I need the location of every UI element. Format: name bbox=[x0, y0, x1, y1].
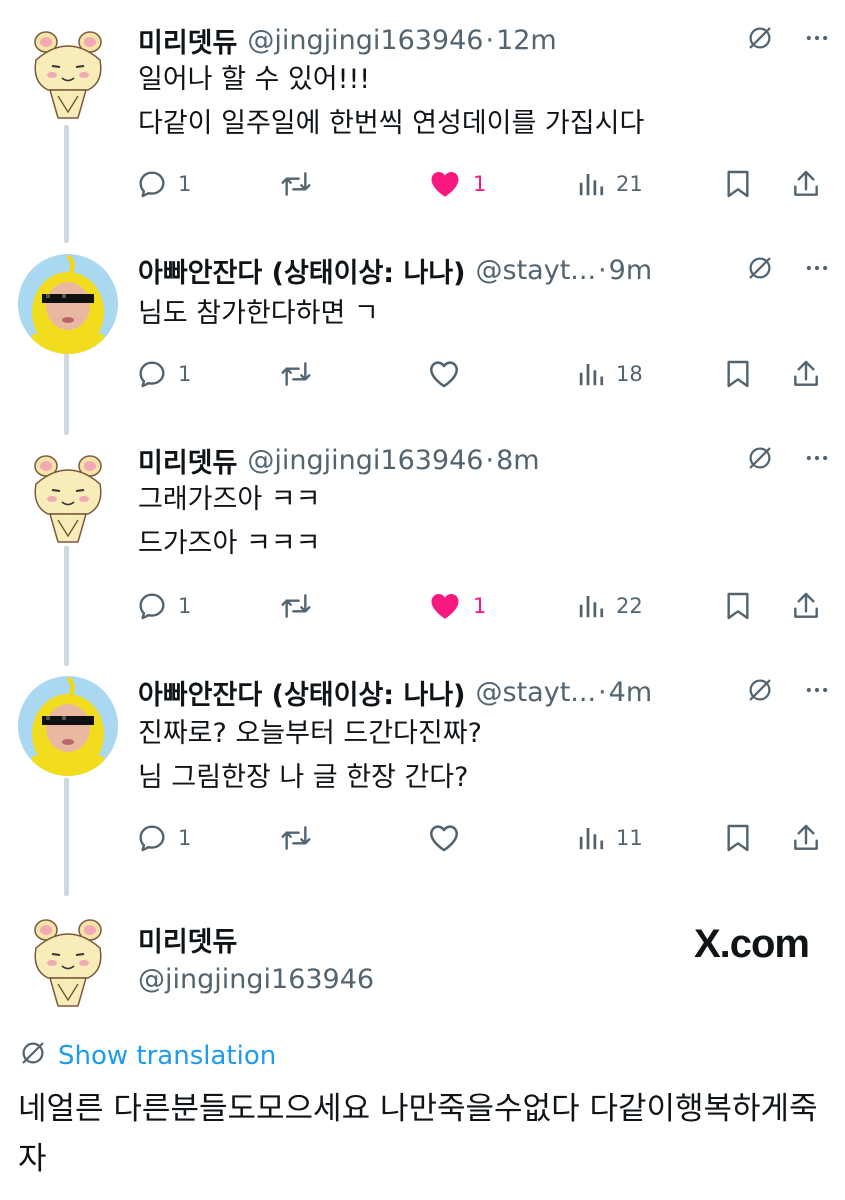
bookmark-button[interactable] bbox=[722, 584, 754, 628]
tweet-line: 님도 참가한다하면 ㄱ bbox=[138, 298, 379, 329]
author-name[interactable]: 미리뎃듀 bbox=[138, 21, 237, 60]
author-handle[interactable]: @stayt... bbox=[476, 677, 597, 708]
timestamp[interactable]: 8m bbox=[496, 445, 539, 476]
author-handle[interactable]: @jingjingi163946 bbox=[247, 25, 483, 56]
bookmark-button[interactable] bbox=[722, 162, 754, 206]
tweet-line: 일어나 할 수 있어!!! bbox=[138, 64, 371, 95]
action-bar: 1 1 22 bbox=[0, 584, 845, 628]
views-count: 11 bbox=[616, 826, 643, 850]
bookmark-button[interactable] bbox=[722, 816, 754, 860]
views-count: 18 bbox=[616, 362, 643, 386]
tweet-line: 그래가즈아 ㅋㅋ bbox=[138, 484, 321, 515]
tweet-text: 진짜로? 오늘부터 드간다진짜? 님 그림한장 나 글 한장 간다? bbox=[138, 712, 482, 800]
tweet-header: 아빠안잔다 (상태이상: 나나) @stayt... · 9m bbox=[138, 250, 845, 290]
timestamp[interactable]: 4m bbox=[609, 677, 652, 708]
views-button[interactable]: 21 bbox=[576, 162, 643, 206]
reply-button[interactable]: 1 bbox=[136, 584, 191, 628]
like-button[interactable]: 1 bbox=[427, 584, 486, 628]
bookmark-button[interactable] bbox=[722, 352, 754, 396]
retweet-button[interactable] bbox=[280, 584, 312, 628]
views-count: 22 bbox=[616, 594, 643, 618]
like-button[interactable] bbox=[427, 352, 461, 396]
more-options-icon[interactable] bbox=[803, 444, 831, 476]
reply-button[interactable]: 1 bbox=[136, 352, 191, 396]
timestamp[interactable]: 12m bbox=[496, 25, 557, 56]
bear-avatar[interactable] bbox=[18, 444, 118, 544]
action-bar: 1 11 bbox=[0, 816, 845, 860]
author-name[interactable]: 미리뎃듀 bbox=[138, 920, 237, 959]
translate-globe-icon[interactable] bbox=[745, 443, 775, 477]
reply-count: 1 bbox=[178, 594, 192, 618]
share-button[interactable] bbox=[790, 816, 822, 860]
x-com-brand-logo: X.com bbox=[693, 922, 810, 966]
translate-globe-icon bbox=[18, 1038, 48, 1075]
bear-avatar[interactable] bbox=[18, 20, 118, 120]
author-name[interactable]: 미리뎃듀 bbox=[138, 441, 237, 480]
tweet-header: 아빠안잔다 (상태이상: 나나) @stayt... · 4m bbox=[138, 672, 845, 712]
tweet-text: 님도 참가한다하면 ㄱ bbox=[138, 292, 379, 336]
translate-globe-icon[interactable] bbox=[745, 675, 775, 709]
tweet-line: 다같이 일주일에 한번씩 연성데이를 가집시다 bbox=[138, 108, 645, 139]
yellow-teletubby-avatar[interactable] bbox=[18, 676, 118, 776]
more-options-icon[interactable] bbox=[803, 676, 831, 708]
timestamp[interactable]: 9m bbox=[609, 255, 652, 286]
views-button[interactable]: 22 bbox=[576, 584, 643, 628]
separator-dot: · bbox=[598, 254, 607, 286]
author-handle[interactable]: @jingjingi163946 bbox=[247, 445, 483, 476]
show-translation-label: Show translation bbox=[58, 1041, 277, 1071]
more-options-icon[interactable] bbox=[803, 24, 831, 56]
retweet-button[interactable] bbox=[280, 162, 312, 206]
show-translation-link[interactable]: Show translation bbox=[18, 1036, 276, 1076]
views-button[interactable]: 18 bbox=[576, 352, 643, 396]
reply-button[interactable]: 1 bbox=[136, 162, 191, 206]
translate-globe-icon[interactable] bbox=[745, 253, 775, 287]
separator-dot: · bbox=[598, 676, 607, 708]
author-name[interactable]: 아빠안잔다 (상태이상: 나나) bbox=[138, 673, 466, 712]
share-button[interactable] bbox=[790, 162, 822, 206]
author-handle[interactable]: @stayt... bbox=[476, 255, 597, 286]
action-bar: 1 18 bbox=[0, 352, 845, 396]
tweet-line: 드가즈아 ㅋㅋㅋ bbox=[138, 528, 321, 559]
like-button[interactable]: 1 bbox=[427, 162, 486, 206]
tweet-header: 미리뎃듀 @jingjingi163946 · 12m bbox=[138, 20, 845, 60]
separator-dot: · bbox=[485, 444, 495, 476]
like-button[interactable] bbox=[427, 816, 461, 860]
reply-count: 1 bbox=[178, 172, 192, 196]
bear-avatar[interactable] bbox=[18, 908, 118, 1008]
main-tweet-text: 네얼른 다른분들도모으세요 나만죽을수없다 다같이행복하게죽자 bbox=[18, 1091, 818, 1177]
share-button[interactable] bbox=[790, 584, 822, 628]
reply-count: 1 bbox=[178, 362, 192, 386]
author-name[interactable]: 아빠안잔다 (상태이상: 나나) bbox=[138, 251, 466, 290]
tweet-text: 그래가즈아 ㅋㅋ 드가즈아 ㅋㅋㅋ bbox=[138, 478, 320, 566]
translate-globe-icon[interactable] bbox=[745, 23, 775, 57]
reply-button[interactable]: 1 bbox=[136, 816, 191, 860]
tweet-line: 님 그림한장 나 글 한장 간다? bbox=[138, 762, 469, 793]
more-options-icon[interactable] bbox=[803, 254, 831, 286]
tweet-text: 일어나 할 수 있어!!! 다같이 일주일에 한번씩 연성데이를 가집시다 bbox=[138, 58, 644, 146]
retweet-button[interactable] bbox=[280, 352, 312, 396]
views-button[interactable]: 11 bbox=[576, 816, 643, 860]
action-bar: 1 1 21 bbox=[0, 162, 845, 206]
retweet-button[interactable] bbox=[280, 816, 312, 860]
tweet-line: 진짜로? 오늘부터 드간다진짜? bbox=[138, 718, 482, 749]
author-handle[interactable]: @jingjingi163946 bbox=[138, 964, 374, 995]
like-count: 1 bbox=[473, 594, 487, 618]
separator-dot: · bbox=[485, 24, 495, 56]
tweet-header: 미리뎃듀 @jingjingi163946 · 8m bbox=[138, 440, 845, 480]
reply-count: 1 bbox=[178, 826, 192, 850]
views-count: 21 bbox=[616, 172, 643, 196]
like-count: 1 bbox=[473, 172, 487, 196]
share-button[interactable] bbox=[790, 352, 822, 396]
yellow-teletubby-avatar[interactable] bbox=[18, 254, 118, 354]
